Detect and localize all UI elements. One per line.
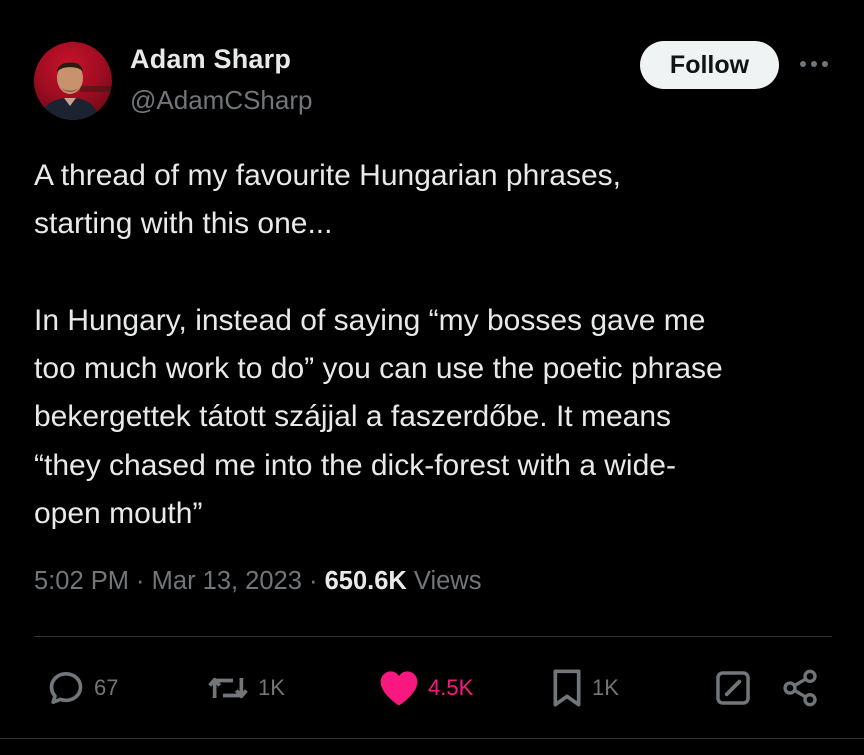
edit-icon [716,671,750,705]
retweet-icon [208,677,248,699]
share-button[interactable] [780,660,820,716]
like-button[interactable]: 4.5K [378,660,473,716]
views-label: Views [413,567,482,595]
edit-button[interactable] [714,660,752,716]
author-handle[interactable]: @AdamCSharp [130,85,312,116]
tweet-time[interactable]: 5:02 PM [34,567,129,595]
divider [0,738,864,739]
like-count: 4.5K [428,675,474,700]
more-icon[interactable] [796,52,832,76]
bookmark-count: 1K [592,675,619,700]
retweet-count: 1K [258,675,285,700]
reply-button[interactable]: 67 [46,660,118,716]
views-count: 650.6K [324,567,407,595]
tweet-meta: 5:02 PM · Mar 13, 2023 · 650.6K Views [34,567,481,596]
share-icon [783,669,817,707]
retweet-button[interactable]: 1K [206,660,285,716]
meta-separator: · [128,567,152,595]
avatar[interactable] [34,42,112,120]
divider [34,636,832,637]
reply-count: 67 [94,675,119,700]
bookmark-button[interactable]: 1K [550,660,619,716]
reply-icon [49,672,83,704]
meta-separator: · [301,567,325,595]
tweet-date[interactable]: Mar 13, 2023 [152,567,302,595]
tweet-text: A thread of my favourite Hungarian phras… [34,159,723,531]
author-name[interactable]: Adam Sharp [130,44,291,75]
follow-button[interactable]: Follow [640,41,779,89]
heart-icon [380,671,418,706]
bookmark-icon [553,669,581,707]
action-bar: 67 1K 4.5K 1K [0,660,864,716]
